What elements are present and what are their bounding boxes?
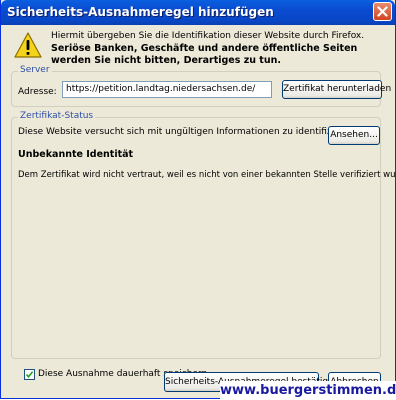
server-group: Server Adresse: https://petition.landtag… [11,65,391,107]
title-bar[interactable]: Sicherheits-Ausnahmeregel hinzufügen [1,0,395,25]
watermark: www.buergerstimmen.de [220,381,396,400]
view-certificate-button[interactable]: Ansehen... [328,126,380,145]
download-certificate-button[interactable]: Zertifikat herunterladen [282,80,391,99]
warning-icon [14,32,42,58]
identity-heading: Unbekannte Identität [18,149,134,160]
certificate-status-group: Zertifikat-Status Diese Website versucht… [11,111,396,359]
permanent-checkbox[interactable] [24,369,35,380]
certificate-status-text: Diese Website versucht sich mit ungültig… [18,127,358,137]
warning-message: Seriöse Banken, Geschäfte und andere öff… [51,43,358,66]
info-message: Hiermit übergeben Sie die Identifikation… [51,31,365,41]
checkmark-icon [25,371,34,379]
close-icon [377,6,388,17]
close-button[interactable] [373,2,392,21]
address-label: Adresse: [18,87,57,97]
trust-text: Dem Zertifikat wird nicht vertraut, weil… [18,170,396,180]
address-input[interactable]: https://petition.landtag.niedersachsen.d… [62,81,272,98]
dialog-content: Hiermit übergeben Sie die Identifikation… [5,25,396,396]
dialog-window: Sicherheits-Ausnahmeregel hinzufügen Hie… [0,0,396,399]
dialog-title: Sicherheits-Ausnahmeregel hinzufügen [7,5,274,19]
certificate-legend: Zertifikat-Status [18,111,96,121]
server-legend: Server [18,65,52,75]
